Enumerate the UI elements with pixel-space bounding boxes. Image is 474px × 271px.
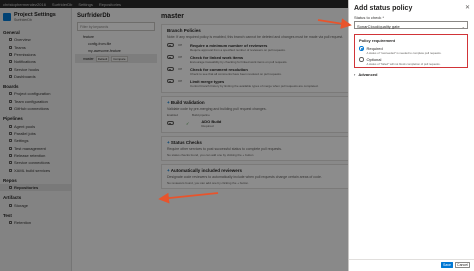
arrow-to-status-checks — [158, 192, 219, 204]
annotation-arrows — [158, 18, 352, 204]
arrow-to-status-dropdown — [317, 18, 352, 29]
